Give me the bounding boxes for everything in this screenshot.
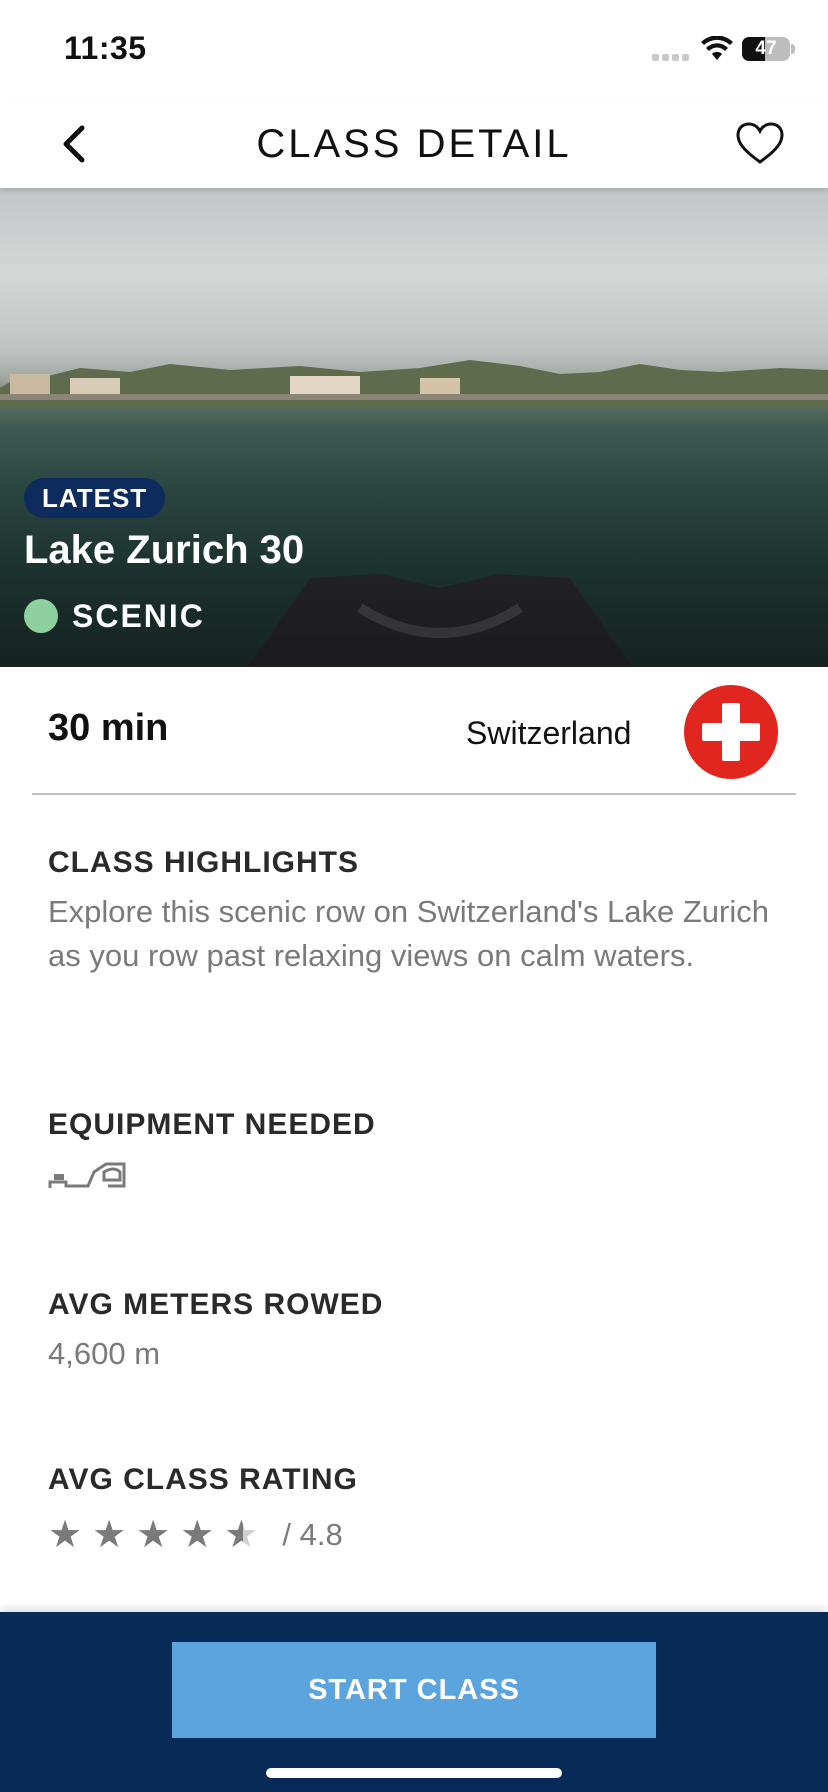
hero-image: LATEST Lake Zurich 30 SCENIC: [0, 188, 828, 667]
rating-value: / 4.8: [282, 1517, 343, 1552]
heart-outline-icon: [736, 122, 784, 164]
signal-icon: [652, 54, 692, 62]
country-name: Switzerland: [466, 715, 632, 751]
highlights-text: Explore this scenic row on Switzerland's…: [48, 894, 769, 973]
star-icon: ★: [136, 1514, 171, 1556]
rowing-machine-icon: [48, 1162, 126, 1188]
highlights-section: CLASS HIGHLIGHTS Explore this scenic row…: [48, 846, 788, 978]
equipment-title: EQUIPMENT NEEDED: [48, 1108, 376, 1141]
star-icon: ★: [48, 1514, 83, 1556]
meters-value: 4,600 m: [48, 1336, 161, 1371]
rating-stars: ★ ★ ★ ★ ★ ★ / 4.8: [48, 1515, 788, 1555]
half-star-icon: ★ ★: [224, 1514, 259, 1556]
wifi-icon: [701, 36, 733, 60]
latest-badge: LATEST: [24, 478, 166, 518]
battery-icon: 47: [742, 37, 790, 61]
highlights-title: CLASS HIGHLIGHTS: [48, 846, 360, 879]
class-info-row: 30 min Switzerland: [32, 667, 796, 795]
battery-level: 47: [755, 38, 777, 59]
page-title: CLASS DETAIL: [256, 122, 572, 166]
rating-title: AVG CLASS RATING: [48, 1463, 358, 1496]
home-indicator[interactable]: [266, 1768, 562, 1778]
favorite-button[interactable]: [732, 116, 788, 172]
category-dot-icon: [24, 599, 58, 633]
battery-tip: [791, 44, 795, 54]
star-icon: ★: [92, 1514, 127, 1556]
bottom-action-bar: START CLASS: [0, 1612, 828, 1792]
class-name: Lake Zurich 30: [24, 528, 305, 572]
start-class-button[interactable]: START CLASS: [172, 1642, 656, 1738]
status-bar: 11:35 47: [0, 0, 828, 100]
category-label: SCENIC: [72, 597, 205, 634]
header: CLASS DETAIL: [0, 100, 828, 188]
category-tag: SCENIC: [24, 596, 205, 636]
meters-title: AVG METERS ROWED: [48, 1288, 384, 1321]
status-time: 11:35: [64, 30, 147, 66]
shoreline-graphic: [0, 360, 828, 408]
equipment-section: EQUIPMENT NEEDED: [48, 1108, 788, 1195]
swiss-flag-icon: [684, 685, 778, 779]
rating-section: AVG CLASS RATING ★ ★ ★ ★ ★ ★ / 4.8: [48, 1463, 788, 1555]
meters-section: AVG METERS ROWED 4,600 m: [48, 1288, 788, 1376]
duration: 30 min: [48, 707, 169, 749]
star-icon: ★: [180, 1514, 215, 1556]
